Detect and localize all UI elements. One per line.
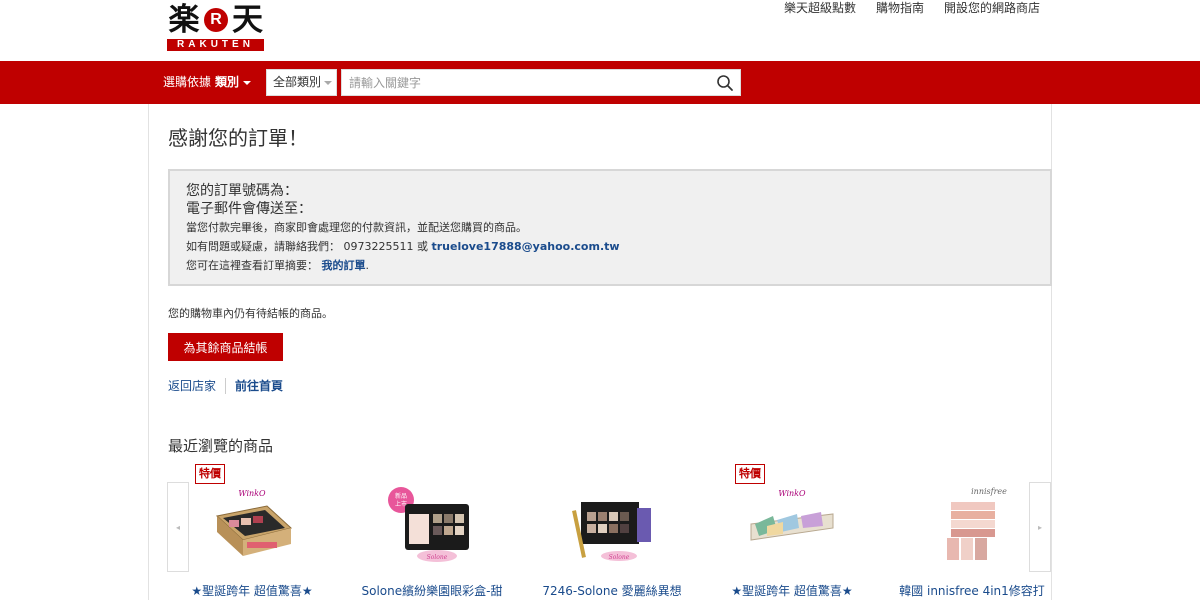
brand-logo-text: Solone [427, 554, 448, 561]
open-store-link[interactable]: 開設您的網路商店 [944, 0, 1040, 16]
email-label: 電子郵件會傳送至： [186, 201, 312, 217]
product-name: ★聖誕跨年 超值驚喜★ [191, 584, 313, 598]
summary-line: 您可在這裡查看訂單摘要： 我的訂單. [186, 256, 1034, 275]
page-title: 感謝您的訂單！ [168, 126, 308, 150]
contact-prefix: 如有問題或疑慮，請聯絡我們： 0973225511 或 [186, 240, 432, 253]
recently-viewed-title: 最近瀏覽的商品 [168, 437, 274, 455]
my-orders-link[interactable]: 我的訂單 [322, 259, 366, 272]
product-item[interactable]: 新品 上市 Solone Solone繽紛樂園眼彩盒-甜 [357, 464, 502, 600]
logo-kanji-right: 天 [232, 2, 263, 38]
product-image-eyeshadow-box: 新品 上市 Solone [388, 487, 469, 562]
contact-email-link[interactable]: truelove17888@yahoo.com.tw [431, 240, 619, 253]
product-item[interactable]: innisfree 韓國 innisfree 4in1修容打 [897, 464, 1045, 600]
brand-logo-text: Solone [609, 554, 630, 561]
caret-down-icon [243, 80, 252, 85]
navigation-links: 返回店家 前往首頁 [168, 378, 283, 394]
go-home-link[interactable]: 前往首頁 [226, 378, 283, 394]
category-select[interactable]: 全部類別 [266, 69, 337, 96]
checkout-remaining-button[interactable]: 為其餘商品結帳 [168, 333, 283, 361]
product-name: 7246-Solone 愛麗絲異想 [542, 584, 682, 598]
product-name: ★聖誕跨年 超值驚喜★ [731, 584, 853, 598]
summary-prefix: 您可在這裡查看訂單摘要： [186, 259, 322, 272]
summary-suffix: . [365, 259, 370, 272]
contact-line: 如有問題或疑慮，請聯絡我們： 0973225511 或 truelove1788… [186, 237, 1034, 256]
logo-kanji-left: 楽 [168, 2, 200, 38]
main-content: 感謝您的訂單！ 您的訂單號碼為： 電子郵件會傳送至： 當您付款完畢後，商家即會處… [148, 104, 1052, 600]
product-item[interactable]: 特價 WinkO ★聖誕跨年 超值驚喜★ [717, 464, 857, 600]
sale-badge: 特價 [195, 464, 225, 484]
search-box [341, 69, 741, 96]
sale-badge: 特價 [735, 464, 765, 484]
product-image-pastel-palette: WinkO [750, 489, 834, 541]
order-info-box: 您的訂單號碼為： 電子郵件會傳送至： 當您付款完畢後，商家即會處理您的付款資訊，… [168, 169, 1052, 286]
search-bar: 選購依據 類別 全部類別 [0, 61, 1200, 104]
super-points-link[interactable]: 樂天超級點數 [784, 0, 856, 16]
top-header: 楽 R 天 RAKUTEN 樂天超級點數 購物指南 開設您的網路商店 [0, 0, 1200, 61]
carousel-next-arrow[interactable]: ▸ [1029, 482, 1051, 572]
category-select-value: 全部類別 [273, 75, 322, 89]
caret-down-icon [324, 80, 333, 85]
browse-category-label: 類別 [215, 75, 240, 89]
logo-r-circle: R [204, 8, 228, 32]
search-icon[interactable] [716, 74, 734, 92]
browse-by-category-button[interactable]: 選購依據 類別 [163, 74, 252, 91]
product-name: 韓國 innisfree 4in1修容打 [899, 584, 1045, 598]
product-image-eyeshadow-palette: WinkO [215, 489, 293, 556]
svg-text:新品: 新品 [395, 492, 407, 500]
product-item[interactable]: Solone 7246-Solone 愛麗絲異想 [537, 464, 682, 600]
product-image-eyeshadow-set: Solone [572, 502, 651, 561]
recently-viewed-carousel: ◂ 特價 WinkO ★聖誕跨年 超值驚喜★ 新品 上市 Solone Solo… [167, 464, 1051, 600]
brand-logo-text: innisfree [971, 487, 1007, 496]
logo-wordmark: RAKUTEN [167, 39, 264, 51]
order-number-label: 您的訂單號碼為： [186, 183, 298, 199]
brand-logo-text: WinkO [778, 489, 806, 498]
back-to-shop-link[interactable]: 返回店家 [168, 378, 227, 394]
payment-note: 當您付款完畢後，商家即會處理您的付款資訊，並配送您購買的商品。 [186, 221, 527, 234]
product-name: Solone繽紛樂園眼彩盒-甜 [361, 584, 503, 598]
browse-label: 選購依據 [163, 75, 212, 89]
brand-logo-text: WinkO [238, 489, 266, 498]
product-image-contour-palette: innisfree [947, 487, 1007, 560]
top-links: 樂天超級點數 購物指南 開設您的網路商店 [784, 0, 1040, 16]
search-input[interactable] [342, 70, 702, 95]
cart-note: 您的購物車內仍有待結帳的商品。 [168, 307, 333, 320]
shopping-guide-link[interactable]: 購物指南 [876, 0, 924, 16]
rakuten-logo[interactable]: 楽 R 天 RAKUTEN [167, 2, 264, 51]
product-item[interactable]: 特價 WinkO ★聖誕跨年 超值驚喜★ [177, 464, 317, 600]
